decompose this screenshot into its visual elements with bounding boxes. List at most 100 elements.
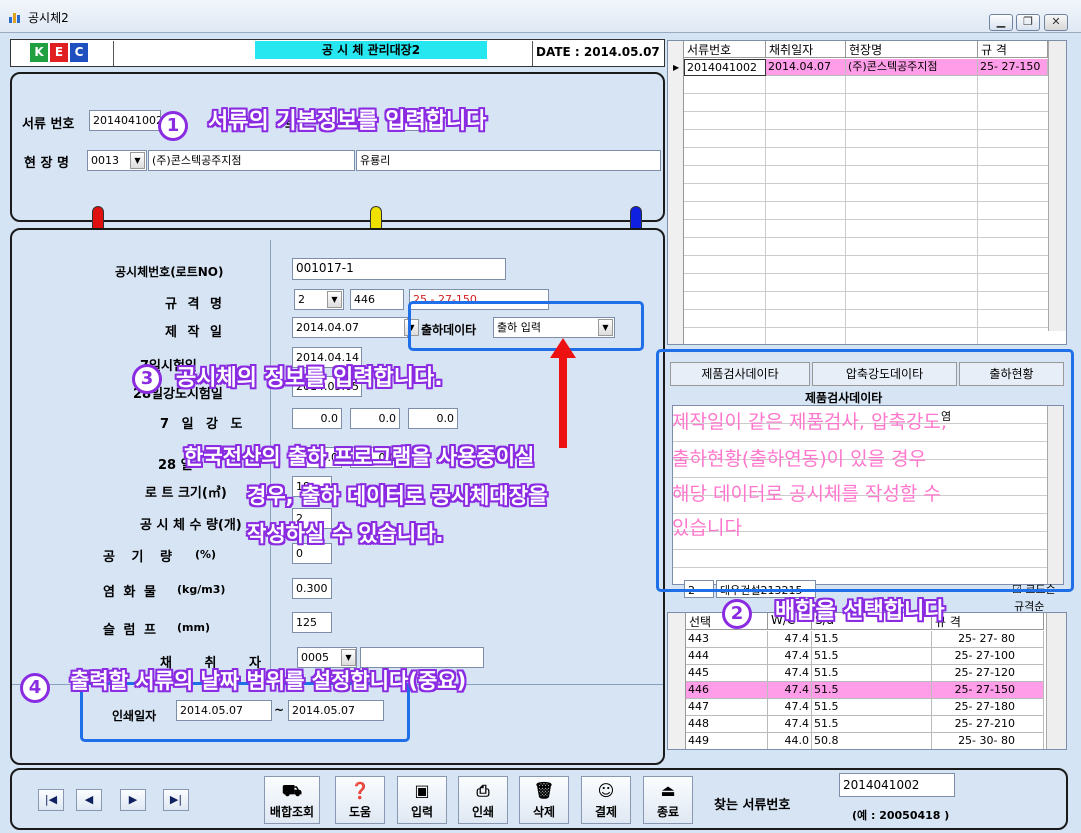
doc-grid-scrollbar[interactable] [1048, 41, 1066, 331]
mix-cell[interactable]: 47.4 [768, 682, 812, 699]
mix-cell[interactable]: 25- 27- 80 [932, 631, 1044, 648]
mix-cell[interactable]: 447 [686, 699, 768, 716]
mix-col-header[interactable]: 규 격 [932, 613, 1044, 630]
find-label: 찾는 서류번호 [714, 798, 791, 813]
mix-cell[interactable]: 25- 27-100 [932, 648, 1044, 665]
str7-c-input[interactable]: 0.0 [408, 408, 458, 429]
window-titlebar: 공시체2 ▁ ❐ ✕ [0, 0, 1081, 33]
doc-cell[interactable]: 2014041002 [684, 59, 766, 76]
delete-label: 삭제 [532, 805, 556, 819]
make-date-input[interactable]: 2014.04.07 [292, 317, 408, 338]
prev-record-button[interactable]: ◀ [76, 789, 102, 811]
mix-cell[interactable]: 25- 27-180 [932, 699, 1044, 716]
mix-cell[interactable]: 47.4 [768, 665, 812, 682]
lot-label: 공시체번호(로트NO) [115, 265, 224, 279]
slump-input[interactable]: 125 [292, 612, 332, 633]
center-note-line-1: 한국전산의 출하 프로그램을 사용중이실 [184, 445, 535, 469]
person-icon: ☺ [597, 781, 615, 800]
kec-logo: K E C [30, 43, 90, 63]
page-title: 공 시 체 관리대장2 [255, 41, 487, 59]
mix-grid-scrollbar[interactable] [1046, 613, 1066, 749]
doc-cell[interactable]: 25- 27-150 [978, 59, 1048, 76]
spec-b-input[interactable]: 446 [350, 289, 404, 310]
doc-col-header[interactable]: 규 격 [978, 41, 1048, 58]
doc-col-header[interactable]: 현장명 [846, 41, 978, 58]
mix-cell[interactable]: 47.4 [768, 716, 812, 733]
close-button[interactable]: ✕ [1044, 14, 1068, 31]
mix-cell[interactable]: 25- 27-120 [932, 665, 1044, 682]
last-record-button[interactable]: ▶| [163, 789, 189, 811]
mix-cell[interactable]: 449 [686, 733, 768, 749]
mix-cell[interactable]: 448 [686, 716, 768, 733]
str7-b-input[interactable]: 0.0 [350, 408, 400, 429]
truck-icon: ⛟ [281, 781, 303, 800]
mix-cell[interactable]: 51.5 [812, 699, 932, 716]
exit-label: 종료 [656, 805, 680, 819]
mix-cell[interactable]: 50.8 [812, 733, 932, 749]
mix-cell[interactable]: 51.5 [812, 682, 932, 699]
approve-label: 결제 [594, 805, 618, 819]
doc-col-header[interactable]: 서류번호 [684, 41, 766, 58]
red-arrow-icon [550, 338, 576, 448]
logo-c: C [70, 43, 88, 62]
lot-input[interactable]: 001017-1 [292, 258, 506, 280]
printer-icon: ⎙ [476, 781, 490, 800]
doc-grid[interactable]: 서류번호 채취일자 현장명 규 격 ▶ 2014041002 2014.04.0… [667, 40, 1067, 345]
mix-lookup-button[interactable]: ⛟ 배합조회 [264, 776, 320, 824]
doc-number-input[interactable]: 2014041002 [89, 110, 161, 131]
mix-cell[interactable]: 47.4 [768, 631, 812, 648]
first-record-button[interactable]: |◀ [38, 789, 64, 811]
mix-cell[interactable]: 51.5 [812, 631, 932, 648]
next-record-button[interactable]: ▶ [120, 789, 146, 811]
highlight-ship-data [408, 301, 644, 351]
slump-label: 슬 럼 프 [103, 623, 158, 638]
mix-cell[interactable]: 25- 30- 80 [932, 733, 1044, 749]
input-button[interactable]: ▣ 입력 [397, 776, 447, 824]
mix-cell[interactable]: 444 [686, 648, 768, 665]
help-button[interactable]: ❓ 도움 [335, 776, 385, 824]
mix-cell[interactable]: 51.5 [812, 665, 932, 682]
mix-cell[interactable]: 47.4 [768, 699, 812, 716]
pink-note-line-2: 출하현황(출하연동)이 있을 경우 [672, 448, 927, 470]
mix-cell[interactable]: 445 [686, 665, 768, 682]
site-area-input[interactable]: 유룡리 [356, 150, 661, 171]
pink-note-line-3: 해당 데이터로 공시체를 작성할 수 [672, 483, 941, 505]
doc-cell[interactable]: (주)콘스텍공주지점 [846, 59, 978, 76]
center-note-line-3: 작성하실 수 있습니다. [247, 522, 444, 546]
annotation-3: 공시체의 정보를 입력합니다. [176, 366, 443, 391]
salt-input[interactable]: 0.300 [292, 578, 332, 599]
chevron-down-icon[interactable]: ▼ [130, 152, 145, 169]
mix-grid[interactable]: 선택 W/C S/a 규 격 443 47.4 51.5 25- 27- 80 444 4… [667, 612, 1067, 750]
mix-cell[interactable]: 51.5 [812, 648, 932, 665]
basic-info-panel [10, 72, 665, 222]
str7-label: 7 일 강 도 [160, 417, 247, 432]
str7-a-input[interactable]: 0.0 [292, 408, 342, 429]
mix-cell[interactable]: 446 [686, 682, 768, 699]
mix-cell[interactable]: 25- 27-210 [932, 716, 1044, 733]
approve-button[interactable]: ☺ 결제 [581, 776, 631, 824]
mix-cell[interactable]: 44.0 [768, 733, 812, 749]
doc-cell[interactable]: 2014.04.07 [766, 59, 846, 76]
print-button[interactable]: ⎙ 인쇄 [458, 776, 508, 824]
minimize-button[interactable]: ▁ [989, 14, 1013, 31]
site-label: 현 장 명 [24, 156, 69, 171]
help-label: 도움 [348, 805, 372, 819]
mix-cell[interactable]: 25- 27-150 [932, 682, 1044, 699]
doc-col-header[interactable]: 채취일자 [766, 41, 846, 58]
mix-cell[interactable]: 443 [686, 631, 768, 648]
mix-cell[interactable]: 51.5 [812, 716, 932, 733]
exit-icon: ⏏ [660, 781, 676, 800]
restore-button[interactable]: ❐ [1016, 14, 1040, 31]
exit-button[interactable]: ⏏ 종료 [643, 776, 693, 824]
chevron-down-icon[interactable]: ▼ [327, 291, 342, 308]
annotation-number-4: 4 [20, 673, 50, 703]
mix-cell[interactable]: 47.4 [768, 648, 812, 665]
delete-button[interactable]: 🗑 삭제 [519, 776, 569, 824]
air-unit: (%) [195, 548, 217, 561]
site-name-input[interactable]: (주)콘스텍공주지점 [148, 150, 355, 171]
chevron-down-icon[interactable]: ▼ [341, 649, 356, 666]
annotation-number-1: 1 [158, 111, 188, 141]
logo-e: E [50, 43, 68, 62]
find-input[interactable]: 2014041002 [839, 773, 955, 797]
monitor-icon: ▣ [414, 781, 430, 800]
